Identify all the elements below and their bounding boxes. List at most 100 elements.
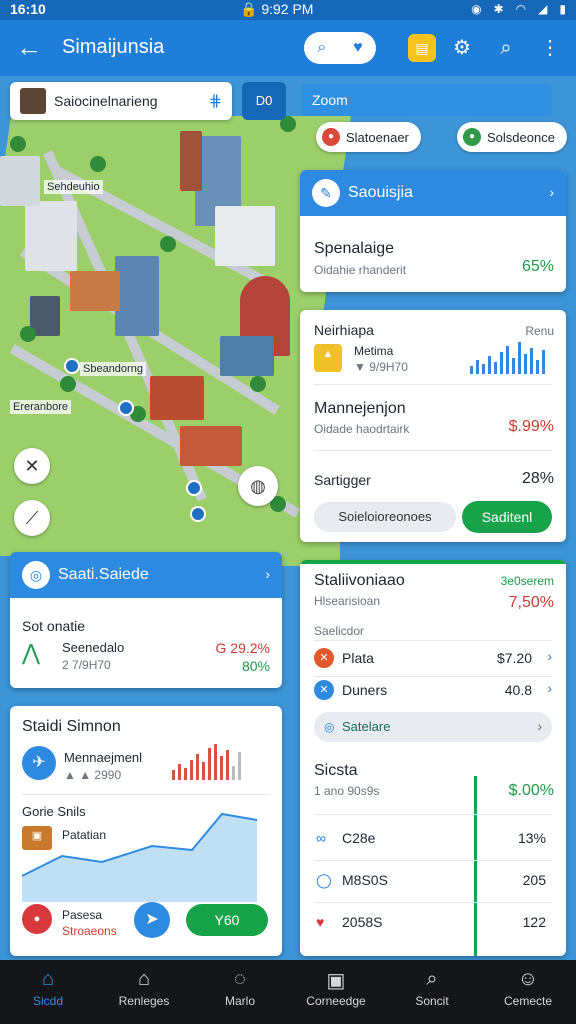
station-row-value: 40.8 — [504, 682, 532, 698]
stats-card-title: Saati.Saiede — [58, 566, 149, 583]
primary-button[interactable]: Saditenl — [462, 501, 552, 533]
stats-card-header[interactable]: ◎ Saati.Saiede › — [10, 552, 282, 598]
map-tree — [250, 376, 266, 392]
map-building — [180, 131, 202, 191]
map-mode-button[interactable]: D0 — [242, 82, 286, 120]
detail-row2-title: Mannejenjon — [314, 400, 406, 417]
detail-item-sub: ▼ 9/9H70 — [354, 360, 408, 374]
nav-item-documents[interactable]: ▣ Corneedge — [288, 960, 384, 1024]
filter-chip[interactable]: ● Solsdeonce — [457, 122, 567, 152]
map-label: Sbeandorng — [80, 362, 146, 376]
station-select-label: Satelare — [342, 719, 391, 734]
map-tree — [20, 326, 36, 342]
summary-title: Spenalaige — [314, 240, 395, 257]
search-toggle-pill[interactable]: ⌕ ♥ — [304, 32, 376, 64]
settings-gear-icon[interactable]: ⚙ — [448, 34, 476, 62]
search-icon: ⌕ — [426, 968, 438, 990]
stats-item-title: Seenedalo — [62, 640, 125, 655]
summary-card-header[interactable]: ✎ Saouisjia › — [300, 170, 566, 216]
chevron-right-icon[interactable]: › — [547, 648, 552, 664]
map-building — [0, 156, 40, 206]
summary-card[interactable]: ✎ Saouisjia › Spenalaige Oidahie rhander… — [300, 170, 566, 292]
stats-list-label: M8S0S — [342, 872, 388, 888]
food-icon: ✕ — [314, 648, 334, 668]
nav-label: Cemecte — [503, 994, 553, 1008]
pin-icon: ♥ — [316, 914, 325, 930]
divider — [314, 384, 552, 385]
tools-icon[interactable]: ✕ — [14, 448, 50, 484]
station-row-label: Plata — [342, 650, 374, 666]
spiral-icon: ◎ — [22, 561, 50, 589]
accent-bar — [300, 560, 566, 564]
nav-item-buildings[interactable]: ⌂ Renleges — [96, 960, 192, 1024]
stats-item-sub: 2 7/9H70 — [62, 658, 111, 672]
trend-up-icon: ⋀ — [22, 640, 41, 665]
detail-row2-value: $.99% — [508, 418, 554, 435]
stats-value-2: 80% — [241, 658, 270, 674]
bottom-navigation: ⌂ Sicdd ⌂ Renleges ◌ Marlo ▣ Corneedge ⌕… — [0, 960, 576, 1024]
search-icon[interactable]: ⌕ — [492, 34, 520, 62]
map-search-box[interactable]: Saiocinelnarieng ⋕ — [10, 82, 232, 120]
nav-item-home[interactable]: ⌂ Sicdd — [0, 960, 96, 1024]
stats-card[interactable]: ◎ Saati.Saiede › Sot onatie ⋀ Seenedalo … — [10, 552, 282, 688]
station-row-value: $7.20 — [496, 650, 532, 666]
map-pin-icon[interactable] — [64, 358, 80, 374]
nav-item-search[interactable]: ⌕ Soncit — [384, 960, 480, 1024]
chevron-right-icon[interactable]: › — [549, 184, 554, 200]
nav-label: Renleges — [118, 994, 170, 1008]
secondary-button[interactable]: Soieloioreonoes — [314, 502, 456, 532]
divider — [314, 902, 552, 903]
action-button[interactable]: Y60 — [186, 904, 268, 936]
page-title: Simaijunsia — [62, 36, 165, 58]
map-pin-icon[interactable] — [186, 480, 202, 496]
summary-card-title: Saouisjia — [348, 184, 413, 201]
station-card[interactable]: Staliivoniaao 3e0serem Hlsearisioan 7,50… — [300, 560, 566, 956]
radio-icon: ◎ — [324, 720, 335, 734]
chevron-right-icon[interactable]: › — [265, 566, 270, 582]
zoom-label: Zoom — [302, 84, 552, 116]
detail-title: Neirhiapa — [314, 322, 374, 338]
summary-value: 65% — [521, 258, 554, 275]
station-select[interactable]: ◎ Satelare › — [314, 712, 552, 742]
divider — [314, 676, 552, 677]
detail-row2-sub: Oidade haodrtairk — [314, 422, 410, 436]
status-icons: ◉ ✱ ◠ ◢ ▮ — [471, 2, 566, 16]
nav-label: Marlo — [224, 994, 255, 1008]
filter-icon[interactable]: ⋕ — [209, 91, 222, 111]
map-pin-icon[interactable] — [190, 506, 206, 522]
nav-item-messages[interactable]: ◌ Marlo — [192, 960, 288, 1024]
search-query-text: Saiocinelnarieng — [54, 93, 158, 109]
stats-section-title: Sicsta — [314, 762, 358, 779]
filter-chip[interactable]: ● Slatoenaer — [316, 122, 421, 152]
nav-item-profile[interactable]: ☺ Cemecte — [480, 960, 576, 1024]
chevron-right-icon[interactable]: › — [547, 680, 552, 696]
map-tree — [160, 236, 176, 252]
divider — [22, 794, 270, 795]
station-section: Saelicdor — [314, 624, 365, 638]
stats-list-value: 205 — [522, 872, 546, 888]
station-badge: 3e0serem — [500, 574, 554, 588]
notes-icon[interactable]: ▤ — [408, 34, 436, 62]
home-icon: ⌂ — [41, 968, 55, 990]
measure-icon[interactable]: ⟋ — [14, 500, 50, 536]
map-pin-icon[interactable] — [118, 400, 134, 416]
detail-card[interactable]: Neirhiapa Renu ▲ Metima ▼ 9/9H70 Manneje… — [300, 310, 566, 542]
document-icon: ▣ — [326, 970, 346, 992]
tag-icon: ● — [463, 128, 481, 146]
signal-icon: ◢ — [538, 2, 548, 16]
navigate-icon[interactable]: ➤ — [134, 902, 170, 938]
map-building — [215, 206, 275, 266]
simulation-card[interactable]: Staidi Simnon ✈ Mennaejmenl ▲ ▲ 2990 Gor… — [10, 706, 282, 956]
stats-list-value: 122 — [522, 914, 546, 930]
more-menu-icon[interactable]: ⋮ — [536, 34, 564, 62]
bluetooth-icon: ✱ — [493, 2, 504, 16]
heart-icon[interactable]: ♥ — [353, 39, 363, 57]
nav-label: Soncit — [415, 994, 449, 1008]
search-icon[interactable]: ⌕ — [317, 39, 326, 57]
status-time: 16:10 — [10, 1, 46, 17]
back-arrow-icon[interactable]: ← — [14, 32, 44, 62]
station-value: 7,50% — [508, 594, 554, 611]
link-icon: ∞ — [316, 830, 326, 846]
locate-me-icon[interactable]: ◍ — [238, 466, 278, 506]
simulation-title: Staidi Simnon — [22, 718, 121, 735]
